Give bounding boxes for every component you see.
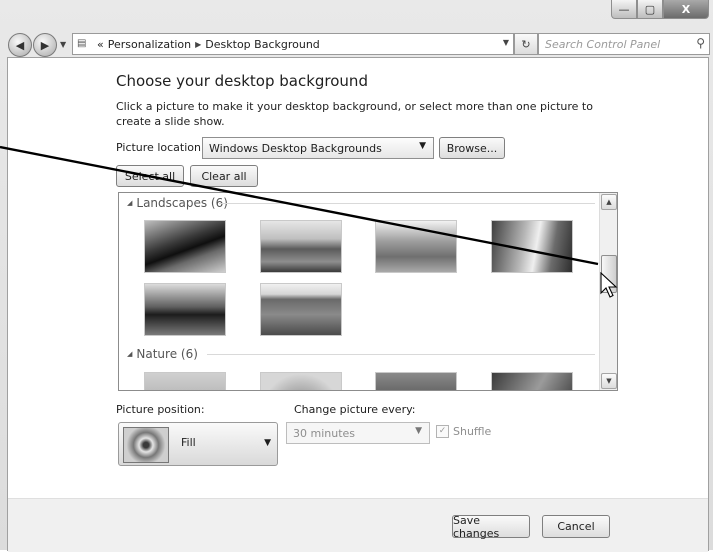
control-panel-window: — ▢ X ◀ ▶ ▼ ▤ « Personalization ▶ Deskto… bbox=[0, 0, 713, 552]
mouse-cursor-icon bbox=[600, 272, 618, 298]
collapse-icon: ◢ bbox=[127, 199, 133, 207]
interval-select[interactable]: 30 minutes ▼ bbox=[286, 422, 430, 444]
wallpaper-thumbnail[interactable] bbox=[375, 220, 457, 273]
shuffle-option[interactable]: ✓ Shuffle bbox=[436, 425, 491, 438]
wallpaper-thumbnail[interactable] bbox=[144, 220, 226, 273]
group-divider bbox=[207, 354, 595, 355]
address-bar[interactable]: ▤ « Personalization ▶ Desktop Background… bbox=[72, 33, 514, 55]
position-preview-icon bbox=[123, 427, 169, 463]
back-button[interactable]: ◀ bbox=[8, 33, 32, 57]
page-title: Choose your desktop background bbox=[116, 72, 368, 90]
wallpaper-thumbnail[interactable] bbox=[260, 283, 342, 336]
footer-bar: Save changes Cancel bbox=[8, 498, 708, 552]
search-icon[interactable]: ⚲ bbox=[696, 36, 705, 50]
search-input[interactable]: Search Control Panel ⚲ bbox=[538, 33, 710, 55]
content-pane: Choose your desktop background Click a p… bbox=[7, 57, 709, 552]
picture-gallery: ◢ Landscapes (6) ◢ Nature (6) ▲ ▼ bbox=[118, 192, 618, 391]
search-placeholder: Search Control Panel bbox=[545, 37, 661, 51]
group-header-nature[interactable]: ◢ Nature (6) bbox=[127, 347, 198, 361]
wallpaper-thumbnail[interactable] bbox=[375, 372, 457, 390]
select-all-button[interactable]: Select all bbox=[116, 165, 184, 187]
recent-pages-dropdown[interactable]: ▼ bbox=[60, 40, 66, 49]
breadcrumb-desktop-background[interactable]: Desktop Background bbox=[205, 38, 320, 51]
page-description: Click a picture to make it your desktop … bbox=[116, 100, 593, 128]
picture-location-value: Windows Desktop Backgrounds bbox=[209, 141, 382, 155]
picture-position-select[interactable]: Fill ▼ bbox=[118, 422, 278, 466]
save-changes-button[interactable]: Save changes bbox=[452, 514, 530, 540]
group-header-landscapes[interactable]: ◢ Landscapes (6) bbox=[127, 196, 228, 210]
close-button[interactable]: X bbox=[663, 0, 709, 19]
refresh-button[interactable]: ↻ bbox=[514, 33, 538, 55]
picture-position-value: Fill bbox=[181, 436, 196, 449]
chevron-down-icon: ▼ bbox=[415, 426, 422, 436]
picture-position-label: Picture position: bbox=[116, 403, 205, 416]
wallpaper-thumbnail[interactable] bbox=[491, 372, 573, 390]
address-dropdown-icon[interactable]: ▼ bbox=[503, 38, 509, 47]
refresh-icon: ↻ bbox=[521, 37, 531, 51]
cancel-button[interactable]: Cancel bbox=[542, 515, 610, 538]
chevron-down-icon: ▼ bbox=[264, 438, 271, 448]
scroll-up-button[interactable]: ▲ bbox=[601, 194, 617, 210]
wallpaper-thumbnail[interactable] bbox=[260, 372, 342, 390]
shuffle-checkbox[interactable]: ✓ bbox=[436, 425, 449, 438]
change-picture-label: Change picture every: bbox=[294, 403, 416, 416]
forward-button[interactable]: ▶ bbox=[33, 33, 57, 57]
minimize-button[interactable]: — bbox=[611, 0, 637, 19]
browse-button[interactable]: Browse... bbox=[439, 137, 505, 159]
wallpaper-thumbnail[interactable] bbox=[144, 283, 226, 336]
title-bar: — ▢ X bbox=[0, 0, 713, 30]
shuffle-label: Shuffle bbox=[453, 425, 492, 438]
group-label: Landscapes (6) bbox=[136, 196, 228, 210]
interval-value: 30 minutes bbox=[293, 426, 356, 440]
group-divider bbox=[219, 203, 595, 204]
picture-location-label: Picture location: bbox=[116, 141, 205, 154]
wallpaper-thumbnail[interactable] bbox=[144, 372, 226, 390]
clear-all-button[interactable]: Clear all bbox=[190, 165, 258, 187]
back-arrow-icon: ◀ bbox=[15, 38, 25, 52]
group-label: Nature (6) bbox=[136, 347, 198, 361]
forward-arrow-icon: ▶ bbox=[40, 38, 50, 52]
collapse-icon: ◢ bbox=[127, 350, 133, 358]
breadcrumb-separator-icon[interactable]: ▶ bbox=[195, 40, 201, 49]
breadcrumb-overflow[interactable]: « bbox=[97, 38, 104, 51]
wallpaper-thumbnail[interactable] bbox=[491, 220, 573, 273]
maximize-button[interactable]: ▢ bbox=[637, 0, 663, 19]
wallpaper-thumbnail[interactable] bbox=[260, 220, 342, 273]
breadcrumb-personalization[interactable]: Personalization bbox=[108, 38, 191, 51]
navigation-bar: ◀ ▶ ▼ ▤ « Personalization ▶ Desktop Back… bbox=[0, 30, 713, 57]
scroll-down-button[interactable]: ▼ bbox=[601, 373, 617, 389]
control-panel-icon: ▤ bbox=[77, 38, 87, 49]
window-controls: — ▢ X bbox=[611, 0, 709, 20]
picture-location-select[interactable]: Windows Desktop Backgrounds ▼ bbox=[202, 137, 434, 159]
chevron-down-icon: ▼ bbox=[419, 141, 426, 151]
